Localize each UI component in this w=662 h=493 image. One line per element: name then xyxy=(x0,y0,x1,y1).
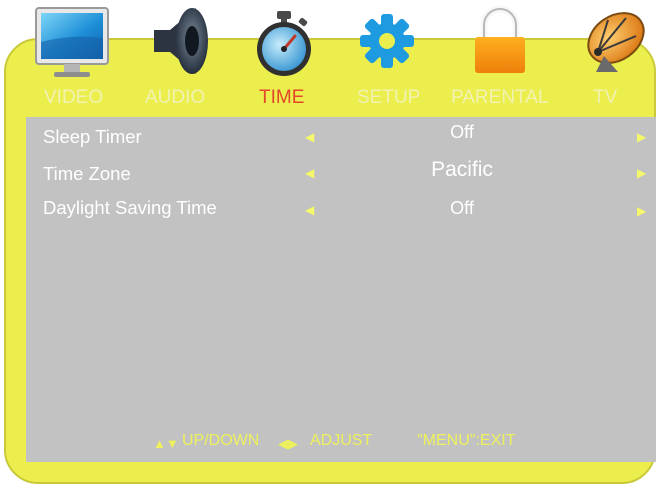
daylight-saving-left-arrow[interactable]: ◀ xyxy=(305,203,314,217)
tab-video[interactable]: VIDEO xyxy=(44,86,103,110)
satellite-dish-icon[interactable] xyxy=(578,6,650,76)
daylight-saving-right-arrow[interactable]: ▶ xyxy=(637,204,646,218)
tab-parental[interactable]: PARENTAL xyxy=(451,86,549,110)
tab-time[interactable]: TIME xyxy=(259,86,304,110)
daylight-saving-label: Daylight Saving Time xyxy=(43,197,217,218)
tab-audio[interactable]: AUDIO xyxy=(145,86,205,110)
sleep-timer-label: Sleep Timer xyxy=(43,126,142,147)
time-zone-label: Time Zone xyxy=(43,163,131,184)
time-zone-right-arrow[interactable]: ▶ xyxy=(637,166,646,180)
stopwatch-icon[interactable] xyxy=(253,9,315,77)
padlock-icon[interactable] xyxy=(470,5,530,77)
tab-tv[interactable]: TV xyxy=(593,86,617,110)
up-down-arrows-icon: ▲▼ xyxy=(153,436,179,451)
hint-menu-exit: "MENU":EXIT xyxy=(417,432,516,449)
left-right-arrows-icon: ◀▶ xyxy=(278,436,298,451)
sleep-timer-left-arrow[interactable]: ◀ xyxy=(305,130,314,144)
time-zone-value: Pacific xyxy=(431,158,493,181)
time-zone-left-arrow[interactable]: ◀ xyxy=(305,166,314,180)
tab-setup[interactable]: SETUP xyxy=(357,86,420,110)
hint-up-down: UP/DOWN xyxy=(182,432,260,449)
daylight-saving-value: Off xyxy=(450,198,474,218)
hint-adjust: ADJUST xyxy=(310,432,373,449)
monitor-icon[interactable] xyxy=(34,6,110,80)
gear-icon[interactable] xyxy=(358,12,416,70)
speaker-icon[interactable] xyxy=(146,4,212,78)
sleep-timer-value: Off xyxy=(450,122,474,142)
sleep-timer-right-arrow[interactable]: ▶ xyxy=(637,130,646,144)
